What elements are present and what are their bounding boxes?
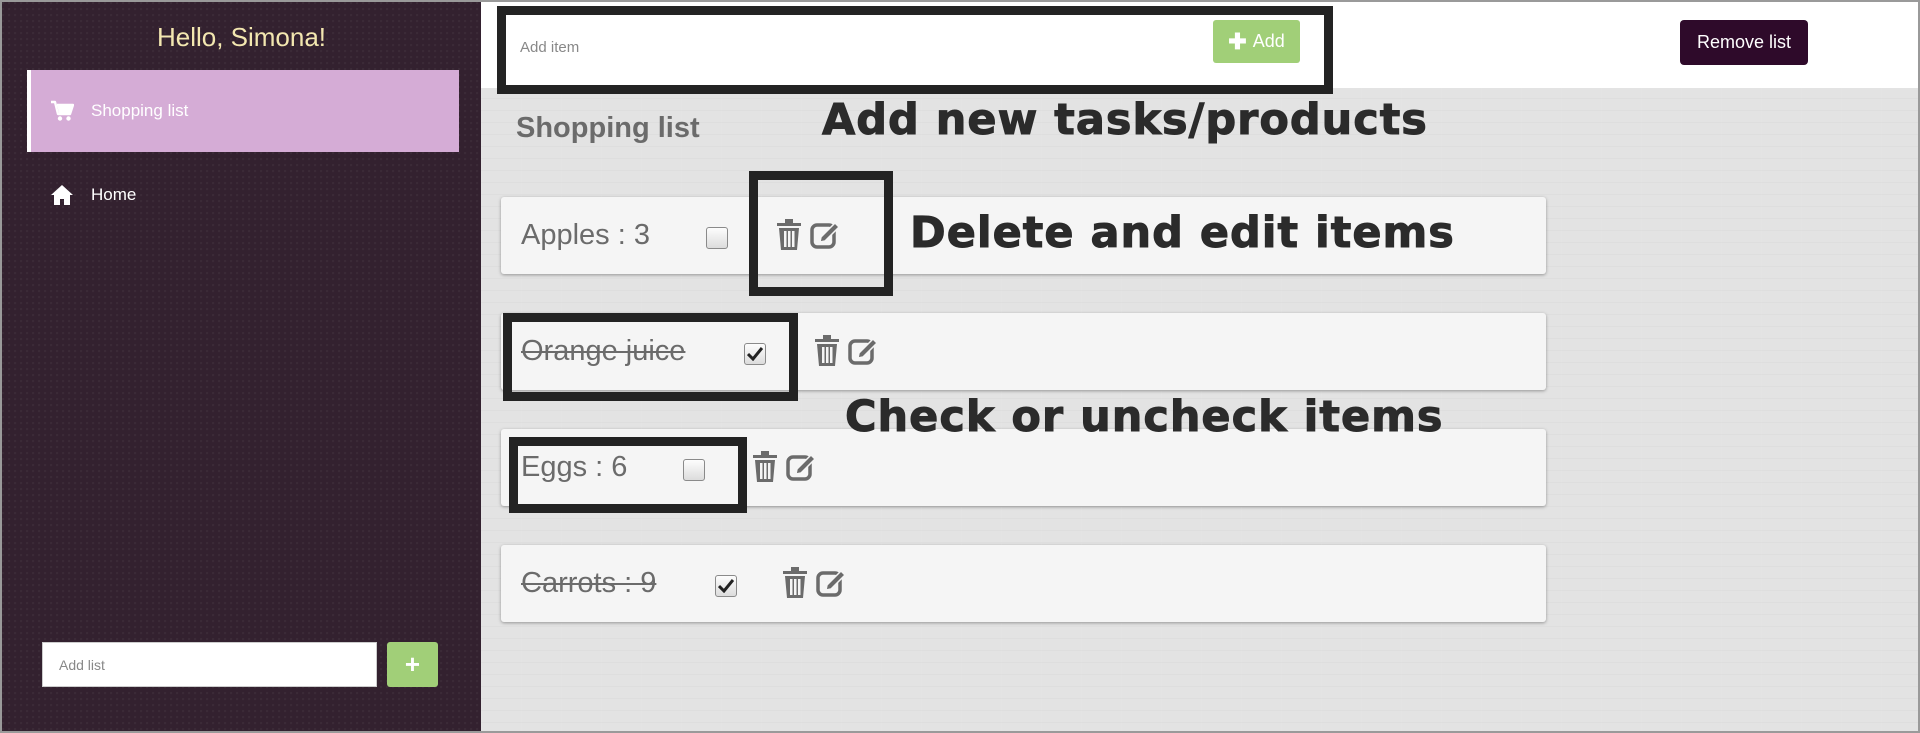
annotation-add: Add new tasks/products: [822, 95, 1428, 146]
cart-icon: [47, 100, 77, 122]
remove-list-button[interactable]: Remove list: [1680, 20, 1808, 65]
add-item-button[interactable]: ✚ Add: [1213, 20, 1300, 63]
sidebar: Hello, Simona! Shopping list Home +: [2, 2, 481, 731]
edit-icon[interactable]: [809, 217, 841, 253]
plus-icon: ✚: [1228, 28, 1247, 54]
checkmark-icon: [718, 579, 734, 593]
item-text: Orange juice: [521, 335, 686, 367]
trash-icon[interactable]: [773, 217, 805, 253]
add-list-input[interactable]: [42, 642, 377, 687]
edit-icon[interactable]: [847, 333, 879, 369]
annotation-check: Check or uncheck items: [845, 392, 1444, 443]
add-item-button-label: Add: [1252, 31, 1285, 51]
sidebar-item-shopping-list[interactable]: Shopping list: [27, 70, 459, 152]
item-checkbox[interactable]: [715, 575, 737, 597]
item-text: Carrots : 9: [521, 567, 657, 599]
item-checkbox[interactable]: [744, 343, 766, 365]
sidebar-item-home[interactable]: Home: [27, 154, 459, 236]
item-checkbox[interactable]: [683, 459, 705, 481]
sidebar-item-label: Home: [91, 185, 137, 204]
top-bar: ✚ Add Remove list: [481, 2, 1918, 88]
annotation-delete-edit: Delete and edit items: [910, 208, 1455, 259]
edit-icon[interactable]: [815, 565, 847, 601]
trash-icon[interactable]: [779, 565, 811, 601]
checkmark-icon: [747, 347, 763, 361]
add-list-button[interactable]: +: [387, 642, 438, 687]
list-item: Orange juice: [501, 313, 1546, 390]
greeting: Hello, Simona!: [156, 22, 327, 52]
sidebar-item-label: Shopping list: [91, 101, 189, 120]
list-item: Carrots : 9: [501, 545, 1546, 622]
item-text: Eggs : 6: [521, 451, 628, 483]
edit-icon[interactable]: [785, 449, 817, 485]
item-text: Apples : 3: [521, 219, 650, 251]
home-icon: [47, 184, 77, 206]
item-checkbox[interactable]: [706, 227, 728, 249]
trash-icon[interactable]: [749, 449, 781, 485]
page-title: Shopping list: [516, 112, 700, 144]
add-item-input[interactable]: [508, 25, 1206, 70]
trash-icon[interactable]: [811, 333, 843, 369]
